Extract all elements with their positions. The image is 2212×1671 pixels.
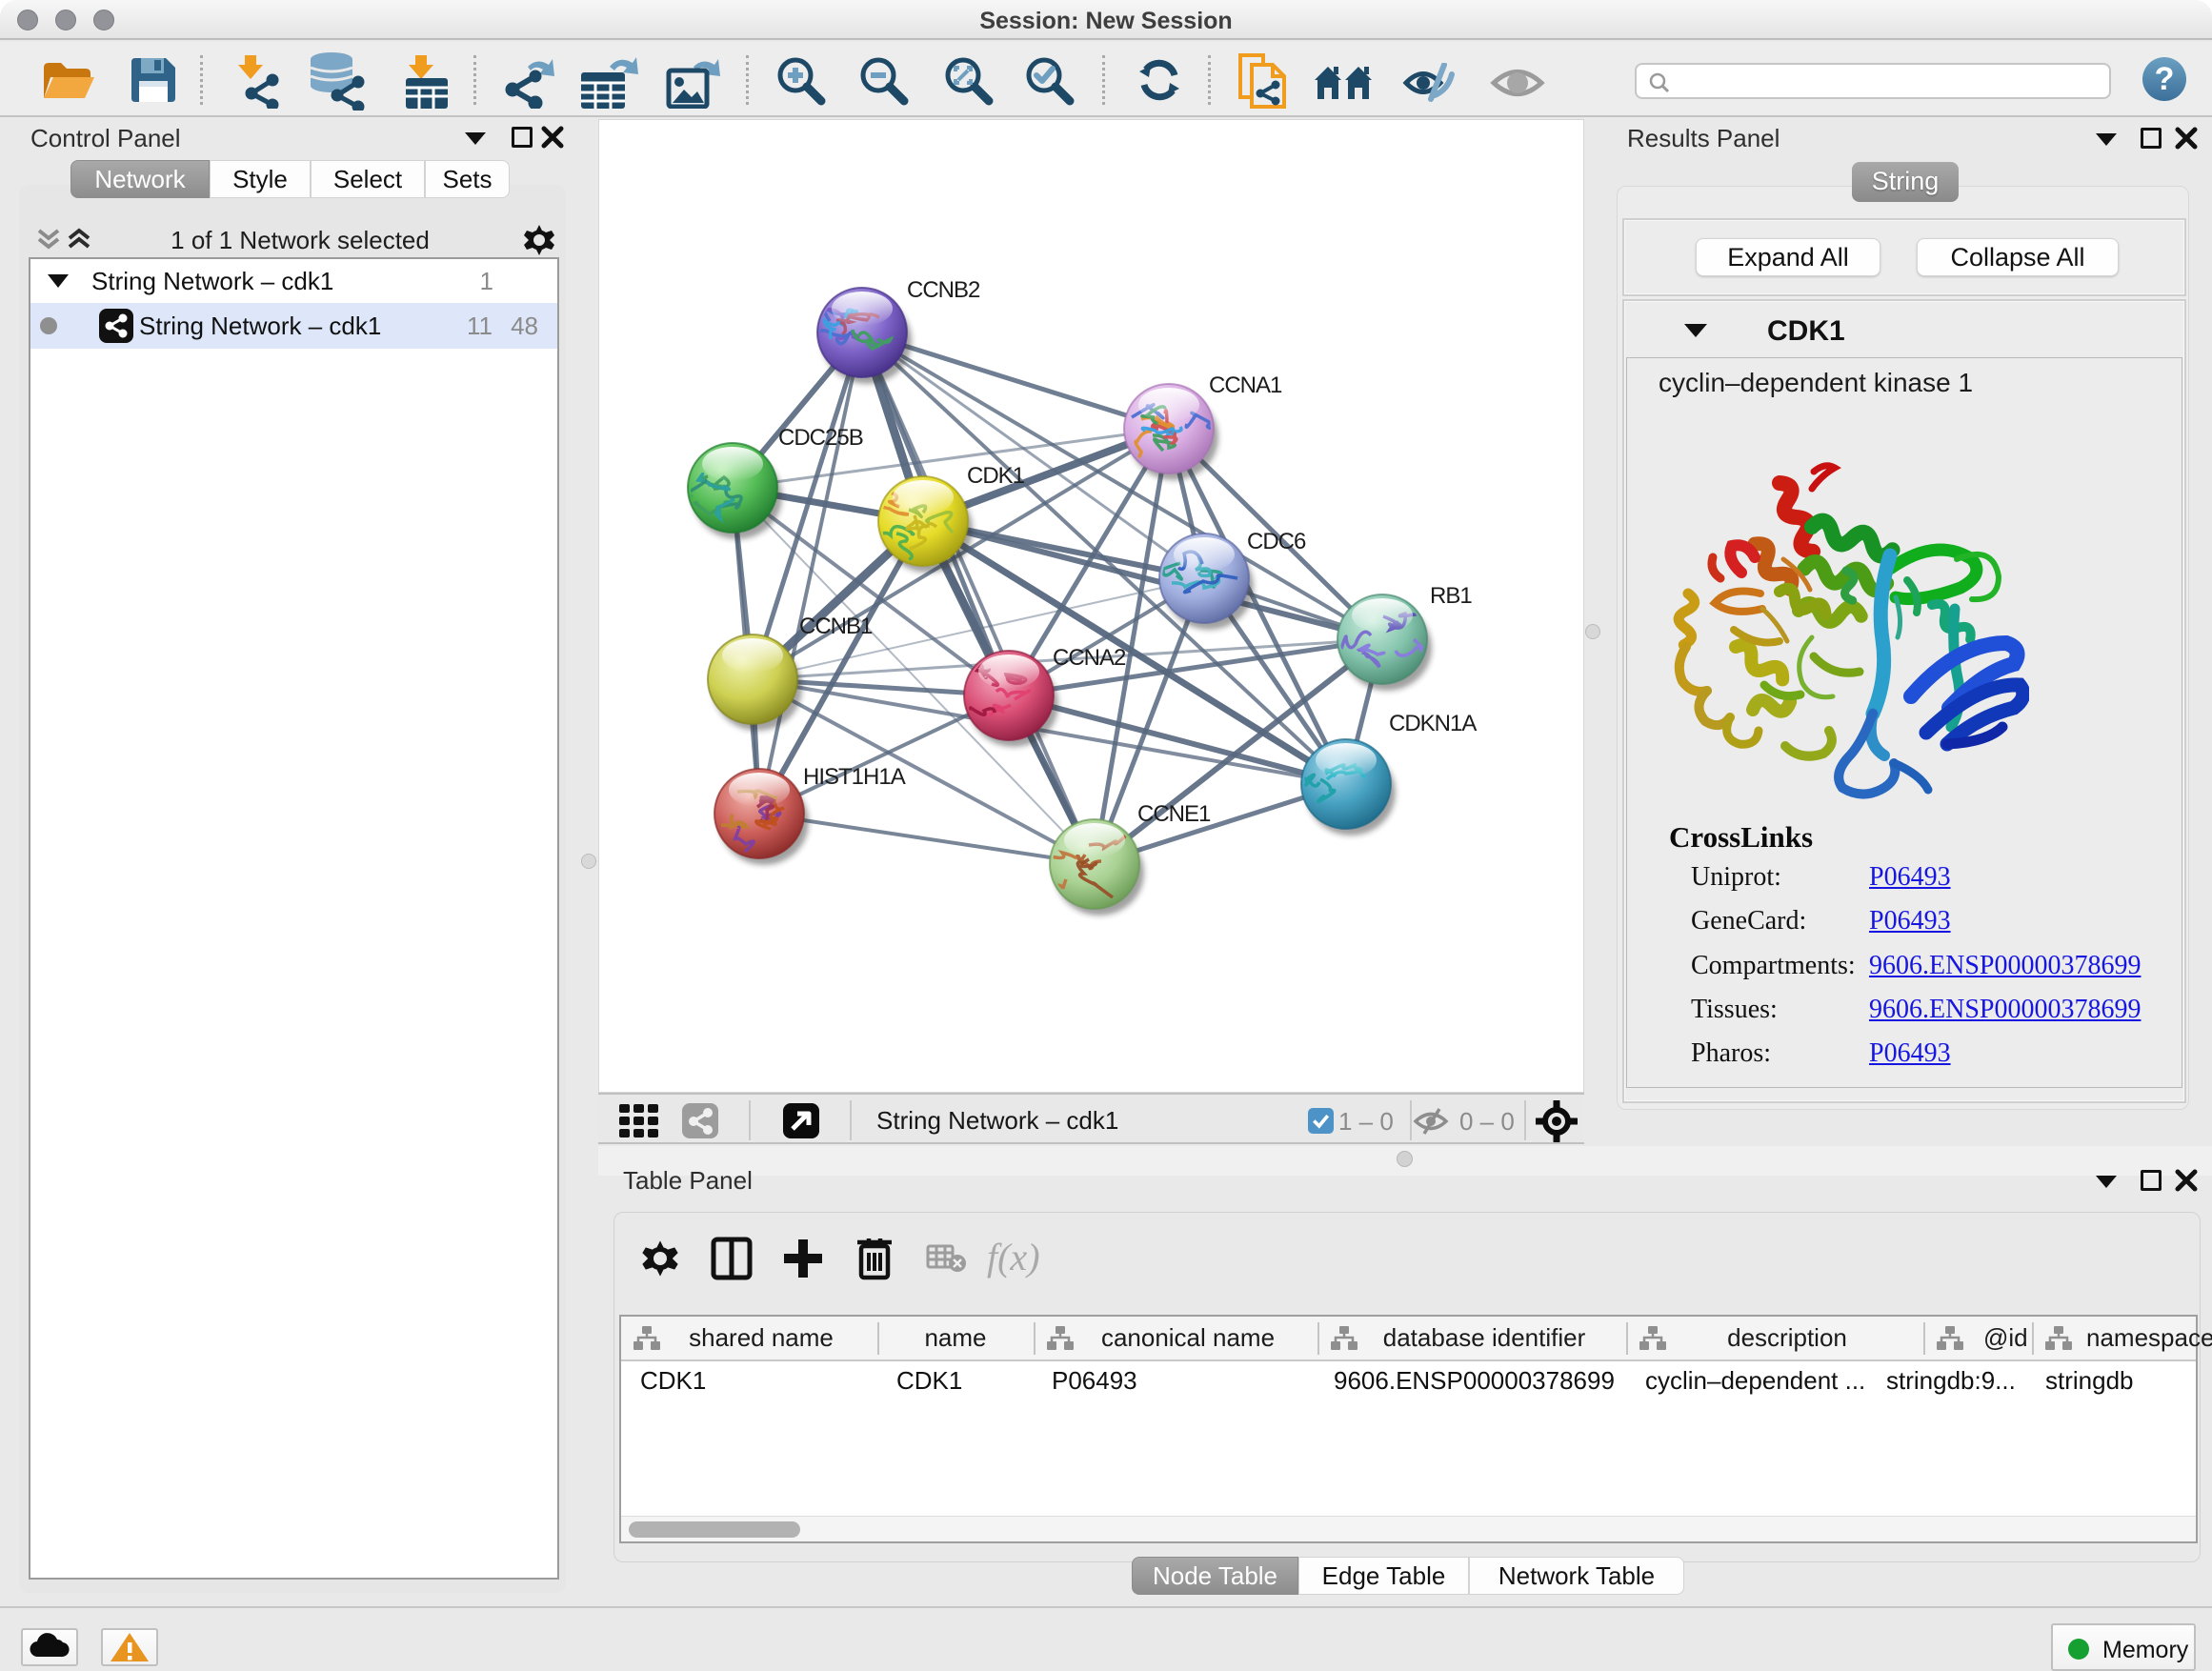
svg-text:HIST1H1A: HIST1H1A — [803, 764, 906, 790]
svg-text:RB1: RB1 — [1430, 583, 1472, 609]
svg-text:CCNA1: CCNA1 — [1209, 372, 1282, 398]
svg-text:CDC25B: CDC25B — [778, 425, 863, 451]
svg-text:CDKN1A: CDKN1A — [1389, 711, 1477, 736]
svg-text:CDC6: CDC6 — [1247, 529, 1306, 554]
svg-text:CCNE1: CCNE1 — [1137, 801, 1211, 827]
svg-text:?: ? — [2155, 61, 2175, 97]
svg-text:CDK1: CDK1 — [967, 463, 1025, 489]
svg-text:CCNB2: CCNB2 — [907, 277, 980, 303]
svg-text:CCNA2: CCNA2 — [1053, 645, 1126, 671]
svg-text:CCNB1: CCNB1 — [799, 614, 873, 639]
